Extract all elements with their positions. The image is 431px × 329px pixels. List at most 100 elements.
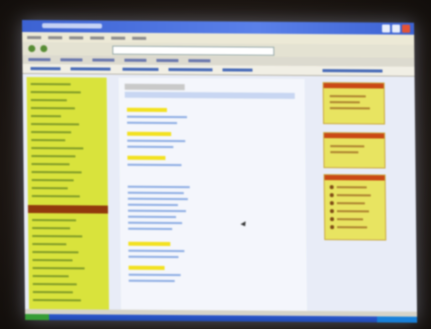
nav-link[interactable] xyxy=(32,259,73,262)
menu-item[interactable] xyxy=(111,36,126,40)
nav-link[interactable] xyxy=(31,187,68,190)
menu-item[interactable] xyxy=(90,35,105,40)
left-navigation xyxy=(26,77,110,310)
widget-line[interactable] xyxy=(337,218,364,221)
text-line xyxy=(128,215,177,219)
widget-header xyxy=(324,133,385,139)
nav-link[interactable] xyxy=(31,163,70,166)
main-content xyxy=(118,77,308,312)
nav-link[interactable] xyxy=(32,299,81,302)
widget-line[interactable] xyxy=(336,202,365,205)
bullet-icon xyxy=(330,225,335,230)
widget-line[interactable] xyxy=(329,95,366,98)
widget-line[interactable] xyxy=(330,151,359,154)
nav-link[interactable] xyxy=(31,179,74,182)
widget-line[interactable] xyxy=(336,186,367,189)
nav-link[interactable] xyxy=(30,99,67,102)
widget-line[interactable] xyxy=(329,101,360,104)
maximize-icon[interactable] xyxy=(392,24,401,33)
address-bar[interactable] xyxy=(112,45,275,56)
bullet-icon xyxy=(329,209,334,214)
bullet-icon xyxy=(329,193,334,198)
bullet-icon xyxy=(329,201,334,206)
highlighted-text xyxy=(127,155,166,161)
highlighted-text xyxy=(126,107,167,113)
system-tray xyxy=(377,316,418,323)
menu-item[interactable] xyxy=(132,36,147,40)
minimize-icon[interactable] xyxy=(382,24,391,33)
nav-link[interactable] xyxy=(31,171,82,174)
nav-link[interactable] xyxy=(31,123,80,126)
site-tab[interactable] xyxy=(30,67,61,71)
text-line xyxy=(127,121,178,125)
nav-link[interactable] xyxy=(32,227,71,230)
sidebar-widget xyxy=(323,174,387,241)
nav-link[interactable] xyxy=(30,83,71,86)
widget-line[interactable] xyxy=(330,145,365,148)
link-item[interactable] xyxy=(188,59,211,63)
nav-link[interactable] xyxy=(31,147,84,150)
link-item[interactable] xyxy=(124,58,147,62)
text-line xyxy=(127,197,188,201)
nav-link[interactable] xyxy=(31,131,72,134)
text-line xyxy=(128,273,181,277)
sidebar-widget xyxy=(322,82,386,125)
highlighted-text xyxy=(127,131,172,137)
nav-link[interactable] xyxy=(30,107,75,110)
text-line xyxy=(127,145,174,149)
back-icon[interactable] xyxy=(28,45,36,53)
menu-item[interactable] xyxy=(48,35,63,39)
link-item[interactable] xyxy=(28,58,51,62)
text-line xyxy=(127,203,178,207)
highlighted-text xyxy=(128,265,165,271)
content-heading xyxy=(124,83,185,91)
nav-link[interactable] xyxy=(30,91,81,94)
nav-link[interactable] xyxy=(32,267,85,270)
site-tab[interactable] xyxy=(222,68,253,72)
nav-link[interactable] xyxy=(32,291,73,294)
text-line xyxy=(127,139,186,143)
nav-link[interactable] xyxy=(32,275,69,278)
nav-link[interactable] xyxy=(32,235,83,238)
nav-link[interactable] xyxy=(32,283,77,286)
widget-header xyxy=(324,175,385,181)
site-tab[interactable] xyxy=(168,68,213,72)
text-line xyxy=(128,255,179,259)
selected-row xyxy=(124,91,295,99)
bullet-icon xyxy=(330,217,335,222)
nav-link[interactable] xyxy=(31,195,80,198)
link-item[interactable] xyxy=(156,58,179,63)
start-button-icon[interactable] xyxy=(25,314,50,321)
site-tab[interactable] xyxy=(122,67,159,71)
close-icon[interactable] xyxy=(402,24,411,33)
text-line xyxy=(128,249,185,253)
nav-link[interactable] xyxy=(32,243,67,246)
window-title-blur xyxy=(42,23,103,29)
menu-item[interactable] xyxy=(69,35,84,39)
window-controls xyxy=(382,24,411,33)
menu-item[interactable] xyxy=(27,35,42,39)
text-line xyxy=(127,191,184,195)
widget-line[interactable] xyxy=(336,194,371,197)
nav-section-header xyxy=(27,205,109,214)
text-line xyxy=(127,185,190,189)
nav-link[interactable] xyxy=(31,155,76,158)
widget-header xyxy=(323,83,384,89)
site-tab[interactable] xyxy=(70,67,111,71)
widget-line[interactable] xyxy=(337,226,368,229)
text-line xyxy=(127,163,182,167)
text-line xyxy=(128,279,175,283)
nav-link[interactable] xyxy=(32,251,79,254)
link-item[interactable] xyxy=(92,58,115,62)
forward-icon[interactable] xyxy=(40,45,48,53)
nav-link[interactable] xyxy=(30,115,62,118)
widget-line[interactable] xyxy=(336,210,369,213)
nav-link[interactable] xyxy=(32,219,77,222)
site-tab[interactable] xyxy=(322,69,383,73)
highlighted-text xyxy=(128,241,171,247)
site-tab-strip xyxy=(22,64,415,77)
widget-line[interactable] xyxy=(329,107,370,110)
nav-link[interactable] xyxy=(31,139,66,142)
text-line xyxy=(126,115,188,119)
link-item[interactable] xyxy=(60,58,83,62)
